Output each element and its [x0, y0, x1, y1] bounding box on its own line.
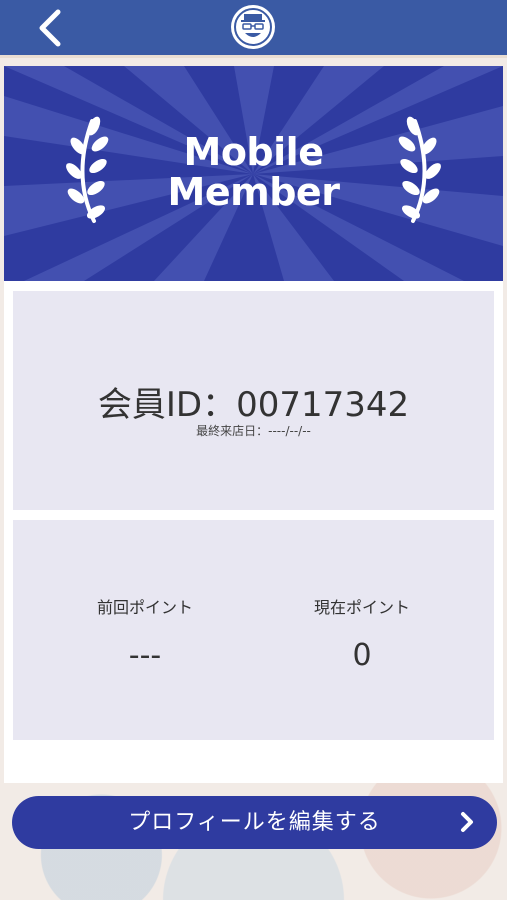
- current-points: 現在ポイント 0: [262, 594, 462, 673]
- previous-points-label: 前回ポイント: [96, 598, 193, 617]
- member-card: Mobile Member 会員ID：00717342 最終来店日：----/-…: [4, 66, 503, 783]
- top-bar-divider: [0, 55, 507, 58]
- chevron-right-icon: [461, 812, 473, 832]
- member-id-panel: 会員ID：00717342 最終来店日：----/--/--: [13, 291, 494, 510]
- back-button[interactable]: [30, 6, 74, 50]
- current-points-label: 現在ポイント: [313, 598, 410, 617]
- chevron-left-icon: [39, 9, 61, 47]
- previous-points-value: ---: [128, 638, 162, 673]
- previous-points: 前回ポイント ---: [45, 594, 245, 673]
- avatar-glasses-logo-icon: [231, 5, 275, 49]
- edit-profile-label: プロフィールを編集する: [128, 810, 381, 835]
- mobile-member-banner: Mobile Member: [4, 66, 503, 281]
- laurel-right-icon: [398, 116, 441, 223]
- top-bar: [0, 0, 507, 55]
- member-id: 会員ID：00717342: [97, 385, 410, 425]
- last-visit-date: 最終来店日：----/--/--: [196, 424, 311, 438]
- edit-profile-button[interactable]: プロフィールを編集する: [12, 796, 497, 849]
- current-points-value: 0: [352, 638, 372, 673]
- points-panel: 前回ポイント --- 現在ポイント 0: [13, 520, 494, 740]
